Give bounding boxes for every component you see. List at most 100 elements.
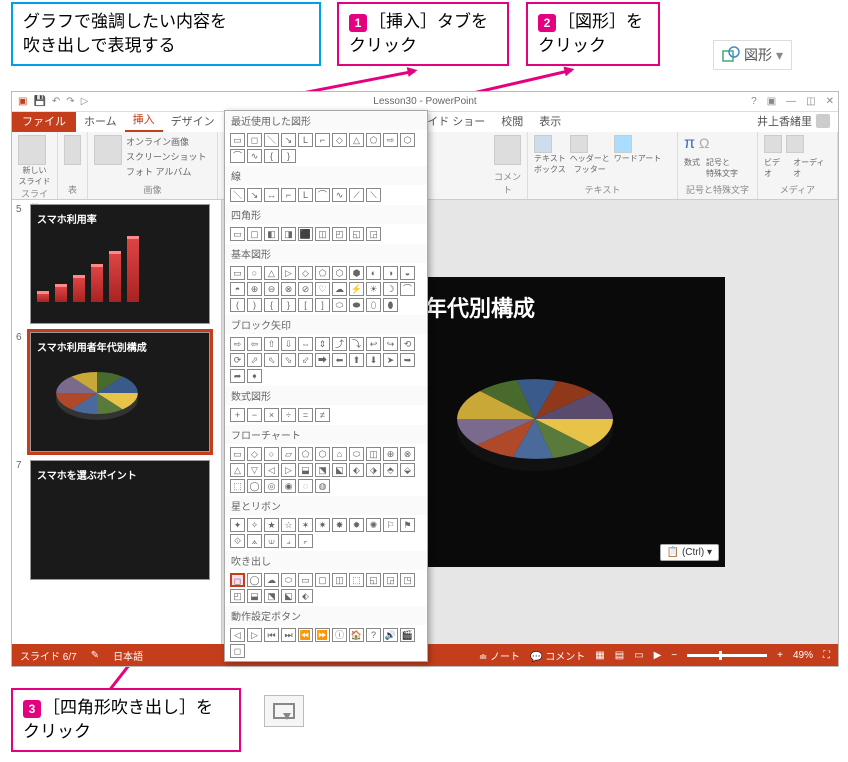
shape-item[interactable]: ↩	[366, 337, 381, 351]
shape-item[interactable]: ＼	[230, 188, 245, 202]
shape-item[interactable]: ⟑	[247, 534, 262, 548]
thumb-item-5[interactable]: 5 スマホ利用率	[16, 204, 217, 324]
shape-item[interactable]: ⬠	[315, 266, 330, 280]
shape-item[interactable]: ✸	[332, 518, 347, 532]
shape-item[interactable]: ◱	[366, 573, 381, 587]
undo-icon[interactable]: ↶	[52, 96, 60, 107]
video-icon[interactable]	[764, 135, 782, 153]
fit-icon[interactable]: ⛶	[823, 650, 830, 661]
thumb-5[interactable]: スマホ利用率	[30, 204, 210, 324]
shape-item[interactable]: ⬬	[349, 298, 364, 312]
shape-item[interactable]: ⬘	[383, 463, 398, 477]
zoom-out-icon[interactable]: −	[671, 650, 677, 661]
shape-item[interactable]: ◌	[298, 479, 313, 493]
shape-item[interactable]: [	[298, 298, 313, 312]
shape-item[interactable]: ⚡	[349, 282, 364, 296]
shape-item[interactable]: ⬗	[366, 463, 381, 477]
shape-item[interactable]: ➦	[230, 369, 245, 383]
spellcheck-icon[interactable]: ✎	[91, 650, 99, 661]
comments-btn[interactable]: 💬 コメント	[530, 648, 585, 663]
shape-item[interactable]: ▽	[247, 463, 262, 477]
shape-item[interactable]: ⇕	[315, 337, 330, 351]
shape-item[interactable]: }	[281, 298, 296, 312]
shape-item[interactable]: ⬁	[264, 353, 279, 367]
shape-item[interactable]: ⮕	[315, 353, 330, 367]
shape-item[interactable]: ◫	[332, 573, 347, 587]
shape-item[interactable]: ↘	[247, 188, 262, 202]
shape-item[interactable]: ⇨	[383, 133, 398, 147]
shape-item[interactable]: ?	[366, 628, 381, 642]
audio-icon[interactable]	[786, 135, 804, 153]
tab-home[interactable]: ホーム	[76, 110, 125, 132]
shape-item[interactable]: ○	[247, 266, 262, 280]
shape-item[interactable]: ⬚	[230, 479, 245, 493]
shape-item[interactable]: ⬆	[349, 353, 364, 367]
tab-design[interactable]: デザイン	[163, 110, 223, 132]
shape-item[interactable]: ⏪	[298, 628, 313, 642]
shape-item[interactable]: ÷	[281, 408, 296, 422]
shape-item[interactable]: ⊗	[281, 282, 296, 296]
notes-btn[interactable]: ≐ ノート	[479, 648, 520, 663]
shape-item[interactable]: ⟳	[230, 353, 245, 367]
wordart-icon[interactable]	[614, 135, 632, 153]
zoom-in-icon[interactable]: +	[777, 650, 783, 661]
shape-item[interactable]: ⟍	[366, 188, 381, 202]
shape-item[interactable]: ⟓	[281, 534, 296, 548]
shape-item[interactable]: ⓘ	[332, 628, 347, 642]
shape-item[interactable]: ⏭	[281, 628, 296, 642]
shape-item[interactable]: ⤴	[332, 337, 347, 351]
shape-item[interactable]: ⇩	[281, 337, 296, 351]
shape-item[interactable]: ⊕	[383, 447, 398, 461]
shape-item[interactable]: ☁	[332, 282, 347, 296]
quick-access-toolbar[interactable]: ▣ 💾 ↶ ↷ ▷	[12, 96, 94, 107]
shape-item[interactable]: ◻	[230, 644, 245, 658]
shape-item[interactable]: ◓	[230, 282, 245, 296]
shape-item[interactable]: ⬕	[281, 589, 296, 603]
shape-item[interactable]: ]	[315, 298, 330, 312]
shape-item[interactable]: ⤵	[349, 337, 364, 351]
shape-item[interactable]: ○	[264, 447, 279, 461]
shape-item[interactable]: ◇	[247, 447, 262, 461]
shape-item[interactable]: ⌐	[315, 133, 330, 147]
shape-item[interactable]: }	[281, 149, 296, 163]
shape-item[interactable]: 🏠	[349, 628, 364, 642]
shape-item[interactable]: △	[349, 133, 364, 147]
shape-item[interactable]: ◱	[349, 227, 364, 241]
shape-item[interactable]: ↪	[383, 337, 398, 351]
shape-item[interactable]: ◻	[247, 133, 262, 147]
shape-item[interactable]: 🔊	[383, 628, 398, 642]
headerfooter-icon[interactable]	[570, 135, 588, 153]
shape-item[interactable]: ⬖	[298, 589, 313, 603]
shape-item[interactable]: ◁	[230, 628, 245, 642]
shape-item[interactable]: ↘	[281, 133, 296, 147]
shape-item[interactable]: ⟔	[298, 534, 313, 548]
shape-item[interactable]: ◁	[264, 463, 279, 477]
shape-item[interactable]: ◲	[383, 573, 398, 587]
thumb-item-6[interactable]: 6 スマホ利用者年代別構成	[16, 332, 217, 452]
shape-item[interactable]: ⬕	[332, 463, 347, 477]
shape-item[interactable]: ∿	[247, 149, 262, 163]
shape-item[interactable]: +	[230, 408, 245, 422]
shape-item[interactable]: ×	[264, 408, 279, 422]
shape-item[interactable]: ⬡	[332, 266, 347, 280]
shape-item[interactable]: ▱	[281, 447, 296, 461]
shape-item[interactable]: ➤	[383, 353, 398, 367]
shape-item[interactable]: ⬖	[349, 463, 364, 477]
shape-item[interactable]: △	[264, 266, 279, 280]
start-icon[interactable]: ▷	[81, 96, 89, 107]
shape-item[interactable]: ⟒	[264, 534, 279, 548]
shape-item[interactable]: ⬓	[298, 463, 313, 477]
table-icon[interactable]	[64, 135, 81, 165]
view-reading-icon[interactable]: ▭	[634, 650, 643, 661]
equation-icon[interactable]: π	[684, 135, 695, 153]
shape-item[interactable]: ▭	[230, 133, 245, 147]
shape-item[interactable]: ✹	[349, 518, 364, 532]
shape-item[interactable]: ⏩	[315, 628, 330, 642]
shape-item[interactable]: ⊖	[264, 282, 279, 296]
image-icon[interactable]	[94, 135, 122, 165]
shape-item[interactable]: ≠	[315, 408, 330, 422]
paste-options-badge[interactable]: 📋 (Ctrl) ▾	[660, 544, 719, 561]
zoom-value[interactable]: 49%	[793, 650, 813, 661]
shape-item[interactable]: ◎	[264, 479, 279, 493]
shape-item[interactable]: )	[247, 298, 262, 312]
